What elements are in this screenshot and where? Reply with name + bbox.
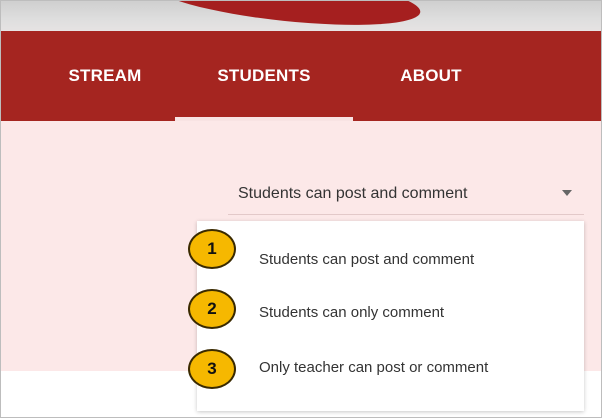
tab-students[interactable]: STUDENTS	[175, 31, 353, 121]
callout-badge-1: 1	[188, 229, 236, 269]
tab-about-label: ABOUT	[400, 66, 462, 85]
class-nav-bar: STREAM STUDENTS ABOUT	[1, 31, 601, 121]
menu-item-teacher-only[interactable]: Only teacher can post or comment	[197, 339, 584, 395]
menu-item-only-comment[interactable]: Students can only comment	[197, 284, 584, 340]
menu-item-label: Students can post and comment	[259, 250, 475, 268]
tab-about[interactable]: ABOUT	[361, 31, 501, 121]
caret-down-icon	[562, 190, 572, 196]
callout-badge-3: 3	[188, 349, 236, 389]
callout-number: 2	[207, 299, 217, 318]
callout-number: 3	[207, 359, 217, 378]
permission-select[interactable]: Students can post and comment	[228, 173, 584, 215]
tab-students-label: STUDENTS	[217, 66, 311, 85]
permission-select-value: Students can post and comment	[238, 184, 468, 202]
menu-item-label: Students can only comment	[259, 303, 445, 321]
menu-item-label: Only teacher can post or comment	[259, 358, 489, 376]
callout-badge-2: 2	[188, 289, 236, 329]
screenshot-frame: STREAM STUDENTS ABOUT Students can post …	[0, 0, 602, 418]
permission-dropdown-menu: Students can post and comment Students c…	[197, 221, 584, 411]
tab-stream[interactable]: STREAM	[45, 31, 165, 121]
callout-number: 1	[207, 239, 217, 258]
menu-item-post-and-comment[interactable]: Students can post and comment	[197, 231, 584, 287]
banner-red-shape	[149, 1, 423, 31]
header-banner-image	[1, 1, 601, 31]
tab-stream-label: STREAM	[68, 66, 142, 85]
